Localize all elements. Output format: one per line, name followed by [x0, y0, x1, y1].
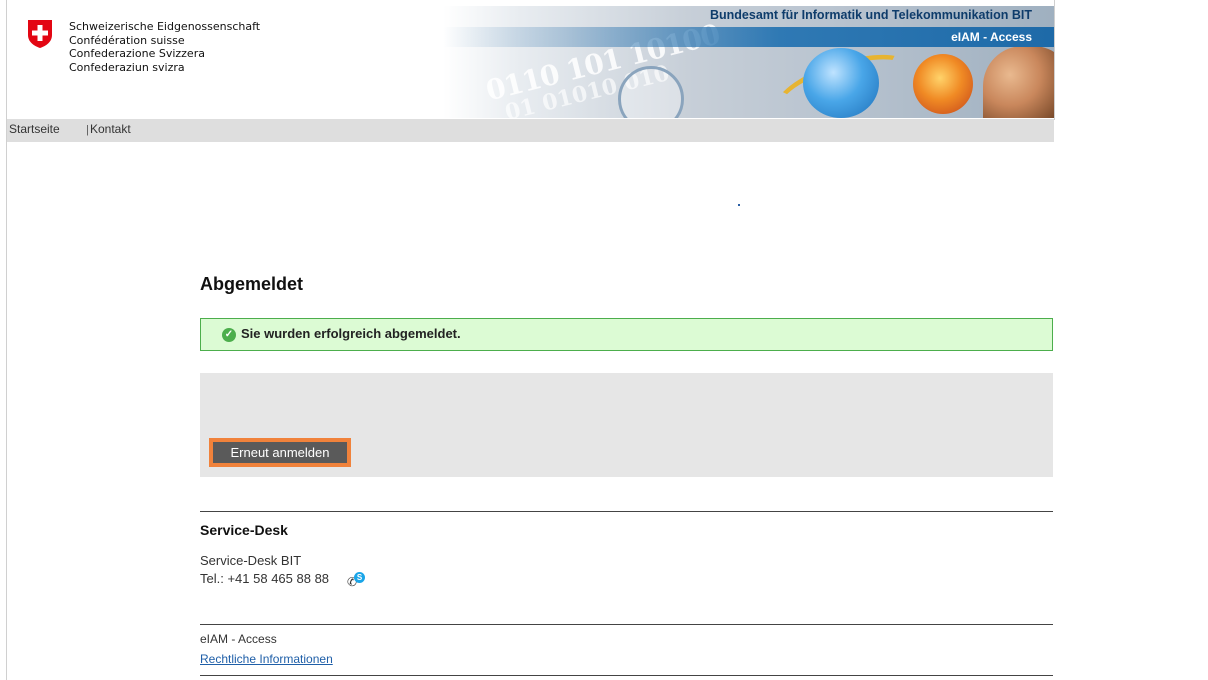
agency-title: Bundesamt für Informatik und Telekommuni…: [709, 8, 1032, 22]
service-desk-heading: Service-Desk: [200, 522, 288, 538]
check-circle-icon: ✓: [222, 328, 236, 342]
decorative-dot: [738, 204, 740, 206]
service-desk-name: Service-Desk BIT: [200, 553, 302, 568]
nav-link-startseite[interactable]: Startseite: [9, 122, 60, 136]
relogin-button-highlight: Erneut anmelden: [209, 438, 351, 467]
banner-browser-image: [803, 48, 879, 118]
swiss-cross-icon: [28, 20, 52, 48]
banner-firefox-image: [913, 54, 973, 114]
footer-app-name: eIAM - Access: [200, 632, 277, 646]
confederation-line-rm: Confederaziun svizra: [69, 60, 185, 74]
success-alert: ✓ Sie wurden erfolgreich abgemeldet.: [200, 318, 1053, 351]
nav-separator: |: [86, 124, 89, 136]
confederation-line-fr: Confédération suisse: [69, 33, 185, 47]
divider: [200, 624, 1053, 625]
skype-icon[interactable]: S: [354, 572, 365, 583]
nav-link-kontakt[interactable]: Kontakt: [90, 122, 131, 136]
confederation-name: Schweizerische Eidgenossenschaft Confédé…: [69, 20, 260, 74]
app-name: eIAM - Access: [951, 30, 1032, 44]
top-nav: Startseite | Kontakt: [7, 119, 1054, 142]
page-title: Abgemeldet: [200, 274, 304, 294]
service-desk-phone: Tel.: +41 58 465 88 88: [200, 571, 330, 586]
relogin-button[interactable]: Erneut anmelden: [213, 442, 347, 463]
frame-right-border: [1054, 0, 1055, 120]
header-banner: 0110 101 10100 01 01010 010 Bundesamt fü…: [443, 6, 1054, 118]
page-header: Schweizerische Eidgenossenschaft Confédé…: [7, 6, 1054, 118]
success-message: Sie wurden erfolgreich abgemeldet.: [241, 326, 461, 341]
action-panel: Erneut anmelden: [200, 373, 1053, 477]
confederation-line-de: Schweizerische Eidgenossenschaft: [69, 20, 261, 33]
banner-clock-image: [618, 66, 684, 118]
divider: [200, 511, 1053, 512]
divider: [200, 675, 1053, 676]
banner-people-image: [983, 46, 1054, 118]
confederation-line-it: Confederazione Svizzera: [69, 47, 205, 60]
legal-info-link[interactable]: Rechtliche Informationen: [200, 652, 333, 666]
